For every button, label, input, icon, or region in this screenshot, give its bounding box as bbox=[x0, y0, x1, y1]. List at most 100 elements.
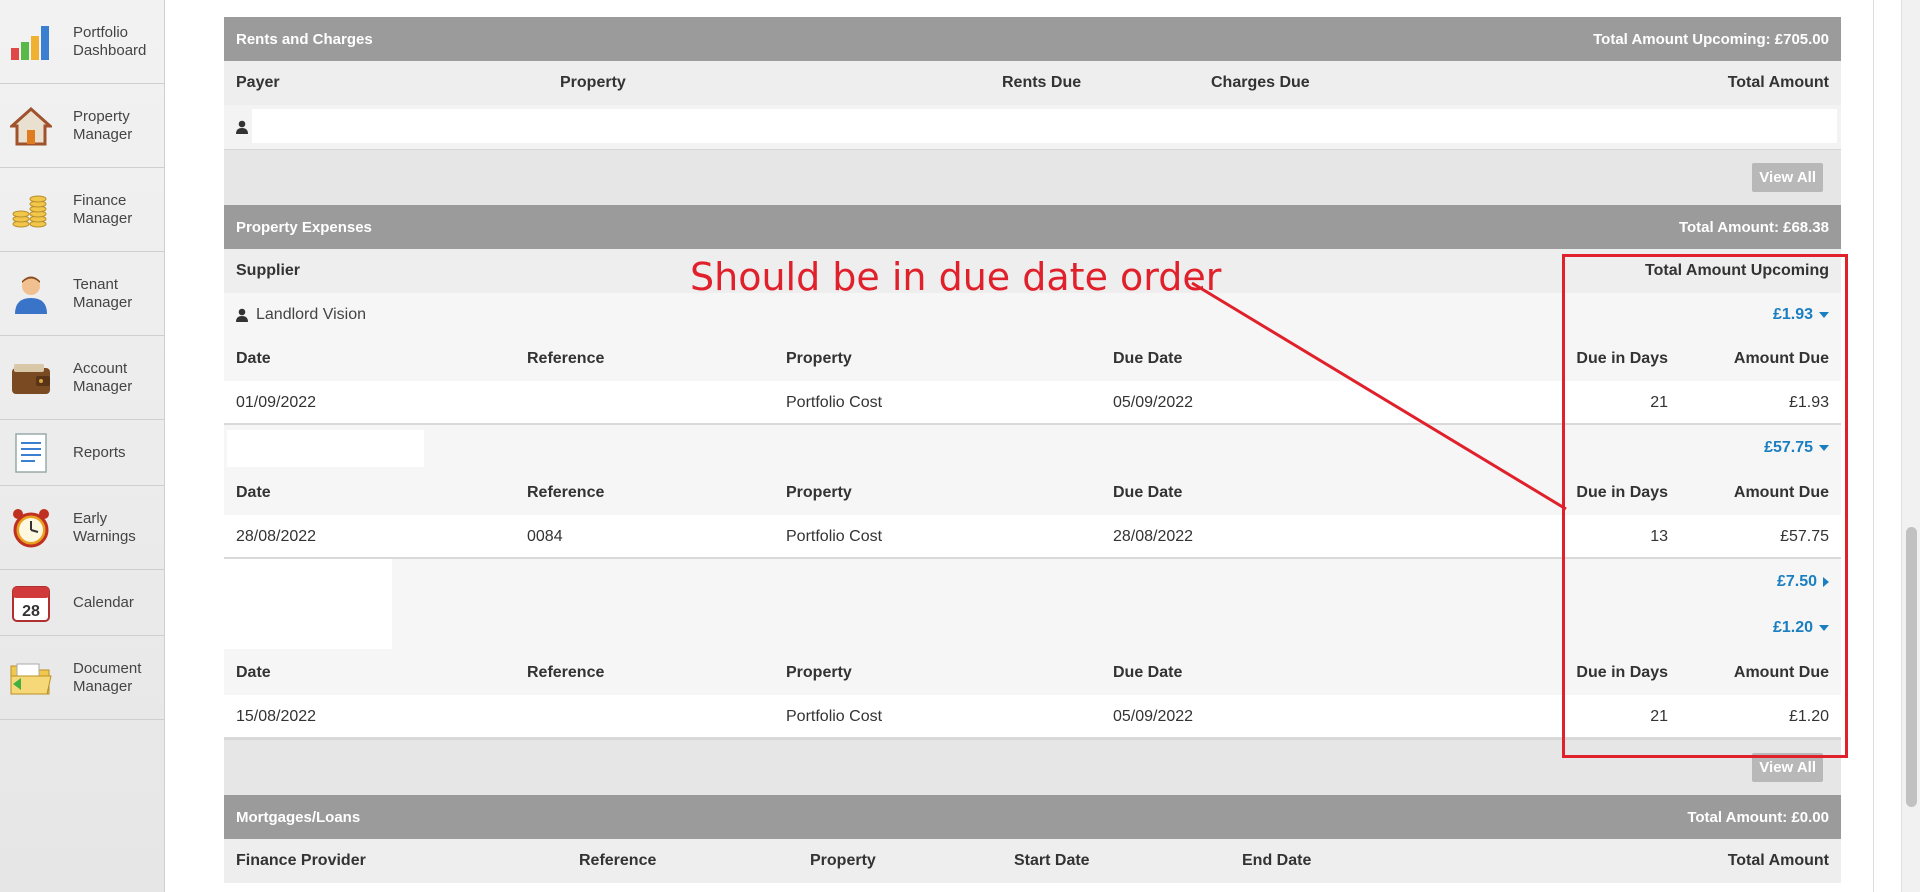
supplier-amount-collapsed: £7.50 bbox=[1776, 573, 1817, 590]
total-upcoming-column-header: Total Amount Upcoming bbox=[1645, 262, 1829, 279]
sidebar-item-label: Tenant Manager bbox=[73, 275, 133, 311]
expense-due-in-days: 21 bbox=[1650, 708, 1668, 725]
content-border bbox=[1873, 0, 1874, 892]
rents-section-title: Rents and Charges bbox=[236, 30, 373, 48]
expense-due-date: 28/08/2022 bbox=[1113, 528, 1194, 545]
sidebar-item-document-manager[interactable]: Document Manager bbox=[0, 636, 164, 720]
supplier-amount-toggle[interactable]: £57.75 bbox=[1764, 425, 1829, 471]
property-column-header: Property bbox=[786, 664, 852, 681]
expense-property: Portfolio Cost bbox=[786, 394, 883, 411]
expense-property: Portfolio Cost bbox=[786, 528, 883, 545]
expense-due-in-days: 21 bbox=[1650, 394, 1668, 411]
sidebar-item-label: Early Warnings bbox=[73, 509, 136, 545]
payer-column-header: Payer bbox=[236, 74, 280, 91]
mortgages-total: Total Amount: £0.00 bbox=[1687, 808, 1829, 826]
rents-section-header: Rents and Charges Total Amount Upcoming:… bbox=[224, 17, 1841, 61]
reference-column-header: Reference bbox=[579, 852, 657, 869]
due-in-days-column-header: Due in Days bbox=[1576, 484, 1668, 501]
due-date-column-header: Due Date bbox=[1113, 350, 1183, 367]
folder-icon bbox=[9, 656, 53, 700]
supplier-row[interactable]: £57.75 bbox=[224, 425, 1841, 471]
mortgages-column-headers: Finance Provider Reference Property Star… bbox=[224, 839, 1841, 883]
sidebar-item-finance-manager[interactable]: Finance Manager bbox=[0, 168, 164, 252]
supplier-row[interactable]: £7.50 £1.20 bbox=[224, 559, 1841, 651]
calendar-day-text: 28 bbox=[22, 603, 40, 620]
property-column-header: Property bbox=[786, 350, 852, 367]
expense-row[interactable]: 15/08/2022 Portfolio Cost 05/09/2022 21 … bbox=[224, 695, 1841, 739]
supplier-amount: £1.93 bbox=[1772, 306, 1813, 323]
sidebar-gap bbox=[165, 0, 191, 892]
due-date-column-header: Due Date bbox=[1113, 664, 1183, 681]
expense-due-date: 05/09/2022 bbox=[1113, 708, 1194, 725]
app-window: Portfolio Dashboard Property Manager Fin… bbox=[0, 0, 1920, 892]
redacted-supplier bbox=[227, 430, 424, 467]
sidebar-item-property-manager[interactable]: Property Manager bbox=[0, 84, 164, 168]
rents-row[interactable] bbox=[224, 105, 1841, 149]
supplier-amount-toggle[interactable]: £1.20 bbox=[1773, 605, 1829, 651]
sidebar-item-portfolio-dashboard[interactable]: Portfolio Dashboard bbox=[0, 0, 164, 84]
supplier-row[interactable]: Landlord Vision £1.93 bbox=[224, 293, 1841, 337]
person-icon bbox=[236, 308, 248, 322]
sidebar-item-account-manager[interactable]: Account Manager bbox=[0, 336, 164, 420]
total-amount-column-header: Total Amount bbox=[1727, 74, 1829, 91]
bar-chart-icon bbox=[9, 20, 53, 64]
supplier-amount-toggle[interactable]: £1.93 bbox=[1773, 293, 1829, 337]
redacted-area bbox=[252, 109, 1837, 143]
sidebar-item-label: Property Manager bbox=[73, 107, 133, 143]
reference-column-header: Reference bbox=[527, 664, 605, 681]
expenses-section-title: Property Expenses bbox=[236, 218, 372, 236]
date-column-header: Date bbox=[236, 664, 271, 681]
sidebar-item-tenant-manager[interactable]: Tenant Manager bbox=[0, 252, 164, 336]
amount-due-column-header: Amount Due bbox=[1733, 484, 1829, 501]
sidebar-item-label: Calendar bbox=[73, 593, 134, 611]
supplier-column-header: Supplier bbox=[236, 262, 301, 279]
detail-column-headers: Date Reference Property Due Date Due in … bbox=[224, 471, 1841, 515]
expenses-section-header: Property Expenses Total Amount: £68.38 bbox=[224, 205, 1841, 249]
expense-due-in-days: 13 bbox=[1650, 528, 1668, 545]
date-column-header: Date bbox=[236, 350, 271, 367]
chevron-right-icon bbox=[1823, 577, 1829, 587]
expense-amount-due: £1.20 bbox=[1788, 708, 1829, 725]
sidebar-item-early-warnings[interactable]: Early Warnings bbox=[0, 486, 164, 570]
due-in-days-column-header: Due in Days bbox=[1576, 664, 1668, 681]
sidebar-item-calendar[interactable]: 28 Calendar bbox=[0, 570, 164, 636]
reference-column-header: Reference bbox=[527, 350, 605, 367]
expenses-view-all-button[interactable]: View All bbox=[1752, 753, 1823, 782]
expense-row[interactable]: 28/08/2022 0084 Portfolio Cost 28/08/202… bbox=[224, 515, 1841, 559]
person-icon bbox=[9, 272, 53, 316]
supplier-amount: £57.75 bbox=[1764, 439, 1813, 456]
charges-due-column-header: Charges Due bbox=[1211, 74, 1310, 91]
chevron-down-icon bbox=[1819, 312, 1829, 318]
mortgages-section-title: Mortgages/Loans bbox=[236, 808, 361, 826]
due-in-days-column-header: Due in Days bbox=[1576, 350, 1668, 367]
dashboard-panels: Rents and Charges Total Amount Upcoming:… bbox=[224, 17, 1841, 883]
detail-column-headers: Date Reference Property Due Date Due in … bbox=[224, 337, 1841, 381]
vertical-scrollbar[interactable] bbox=[1901, 0, 1920, 892]
due-date-column-header: Due Date bbox=[1113, 484, 1183, 501]
rents-footer: View All bbox=[224, 149, 1841, 205]
expense-amount-due: £1.93 bbox=[1788, 394, 1829, 411]
rents-view-all-button[interactable]: View All bbox=[1752, 163, 1823, 192]
expense-amount-due: £57.75 bbox=[1780, 528, 1829, 545]
mortgages-section-header: Mortgages/Loans Total Amount: £0.00 bbox=[224, 795, 1841, 839]
reference-column-header: Reference bbox=[527, 484, 605, 501]
document-icon bbox=[9, 431, 53, 475]
expense-due-date: 05/09/2022 bbox=[1113, 394, 1194, 411]
expense-reference: 0084 bbox=[527, 528, 563, 545]
sidebar-item-label: Finance Manager bbox=[73, 191, 133, 227]
property-column-header: Property bbox=[560, 74, 626, 91]
rents-due-column-header: Rents Due bbox=[1002, 74, 1082, 91]
expense-row[interactable]: 01/09/2022 Portfolio Cost 05/09/2022 21 … bbox=[224, 381, 1841, 425]
house-icon bbox=[9, 104, 53, 148]
supplier-name: Landlord Vision bbox=[256, 306, 367, 323]
supplier-amount: £1.20 bbox=[1772, 619, 1813, 636]
amount-due-column-header: Amount Due bbox=[1733, 664, 1829, 681]
finance-provider-column-header: Finance Provider bbox=[236, 852, 366, 869]
scrollbar-thumb[interactable] bbox=[1906, 527, 1917, 807]
annotation-text: Should be in due date order bbox=[690, 255, 1222, 299]
expense-property: Portfolio Cost bbox=[786, 708, 883, 725]
supplier-amount-toggle[interactable]: £7.50 bbox=[1777, 559, 1829, 605]
amount-due-column-header: Amount Due bbox=[1733, 350, 1829, 367]
expense-date: 15/08/2022 bbox=[236, 708, 317, 725]
sidebar-item-reports[interactable]: Reports bbox=[0, 420, 164, 486]
